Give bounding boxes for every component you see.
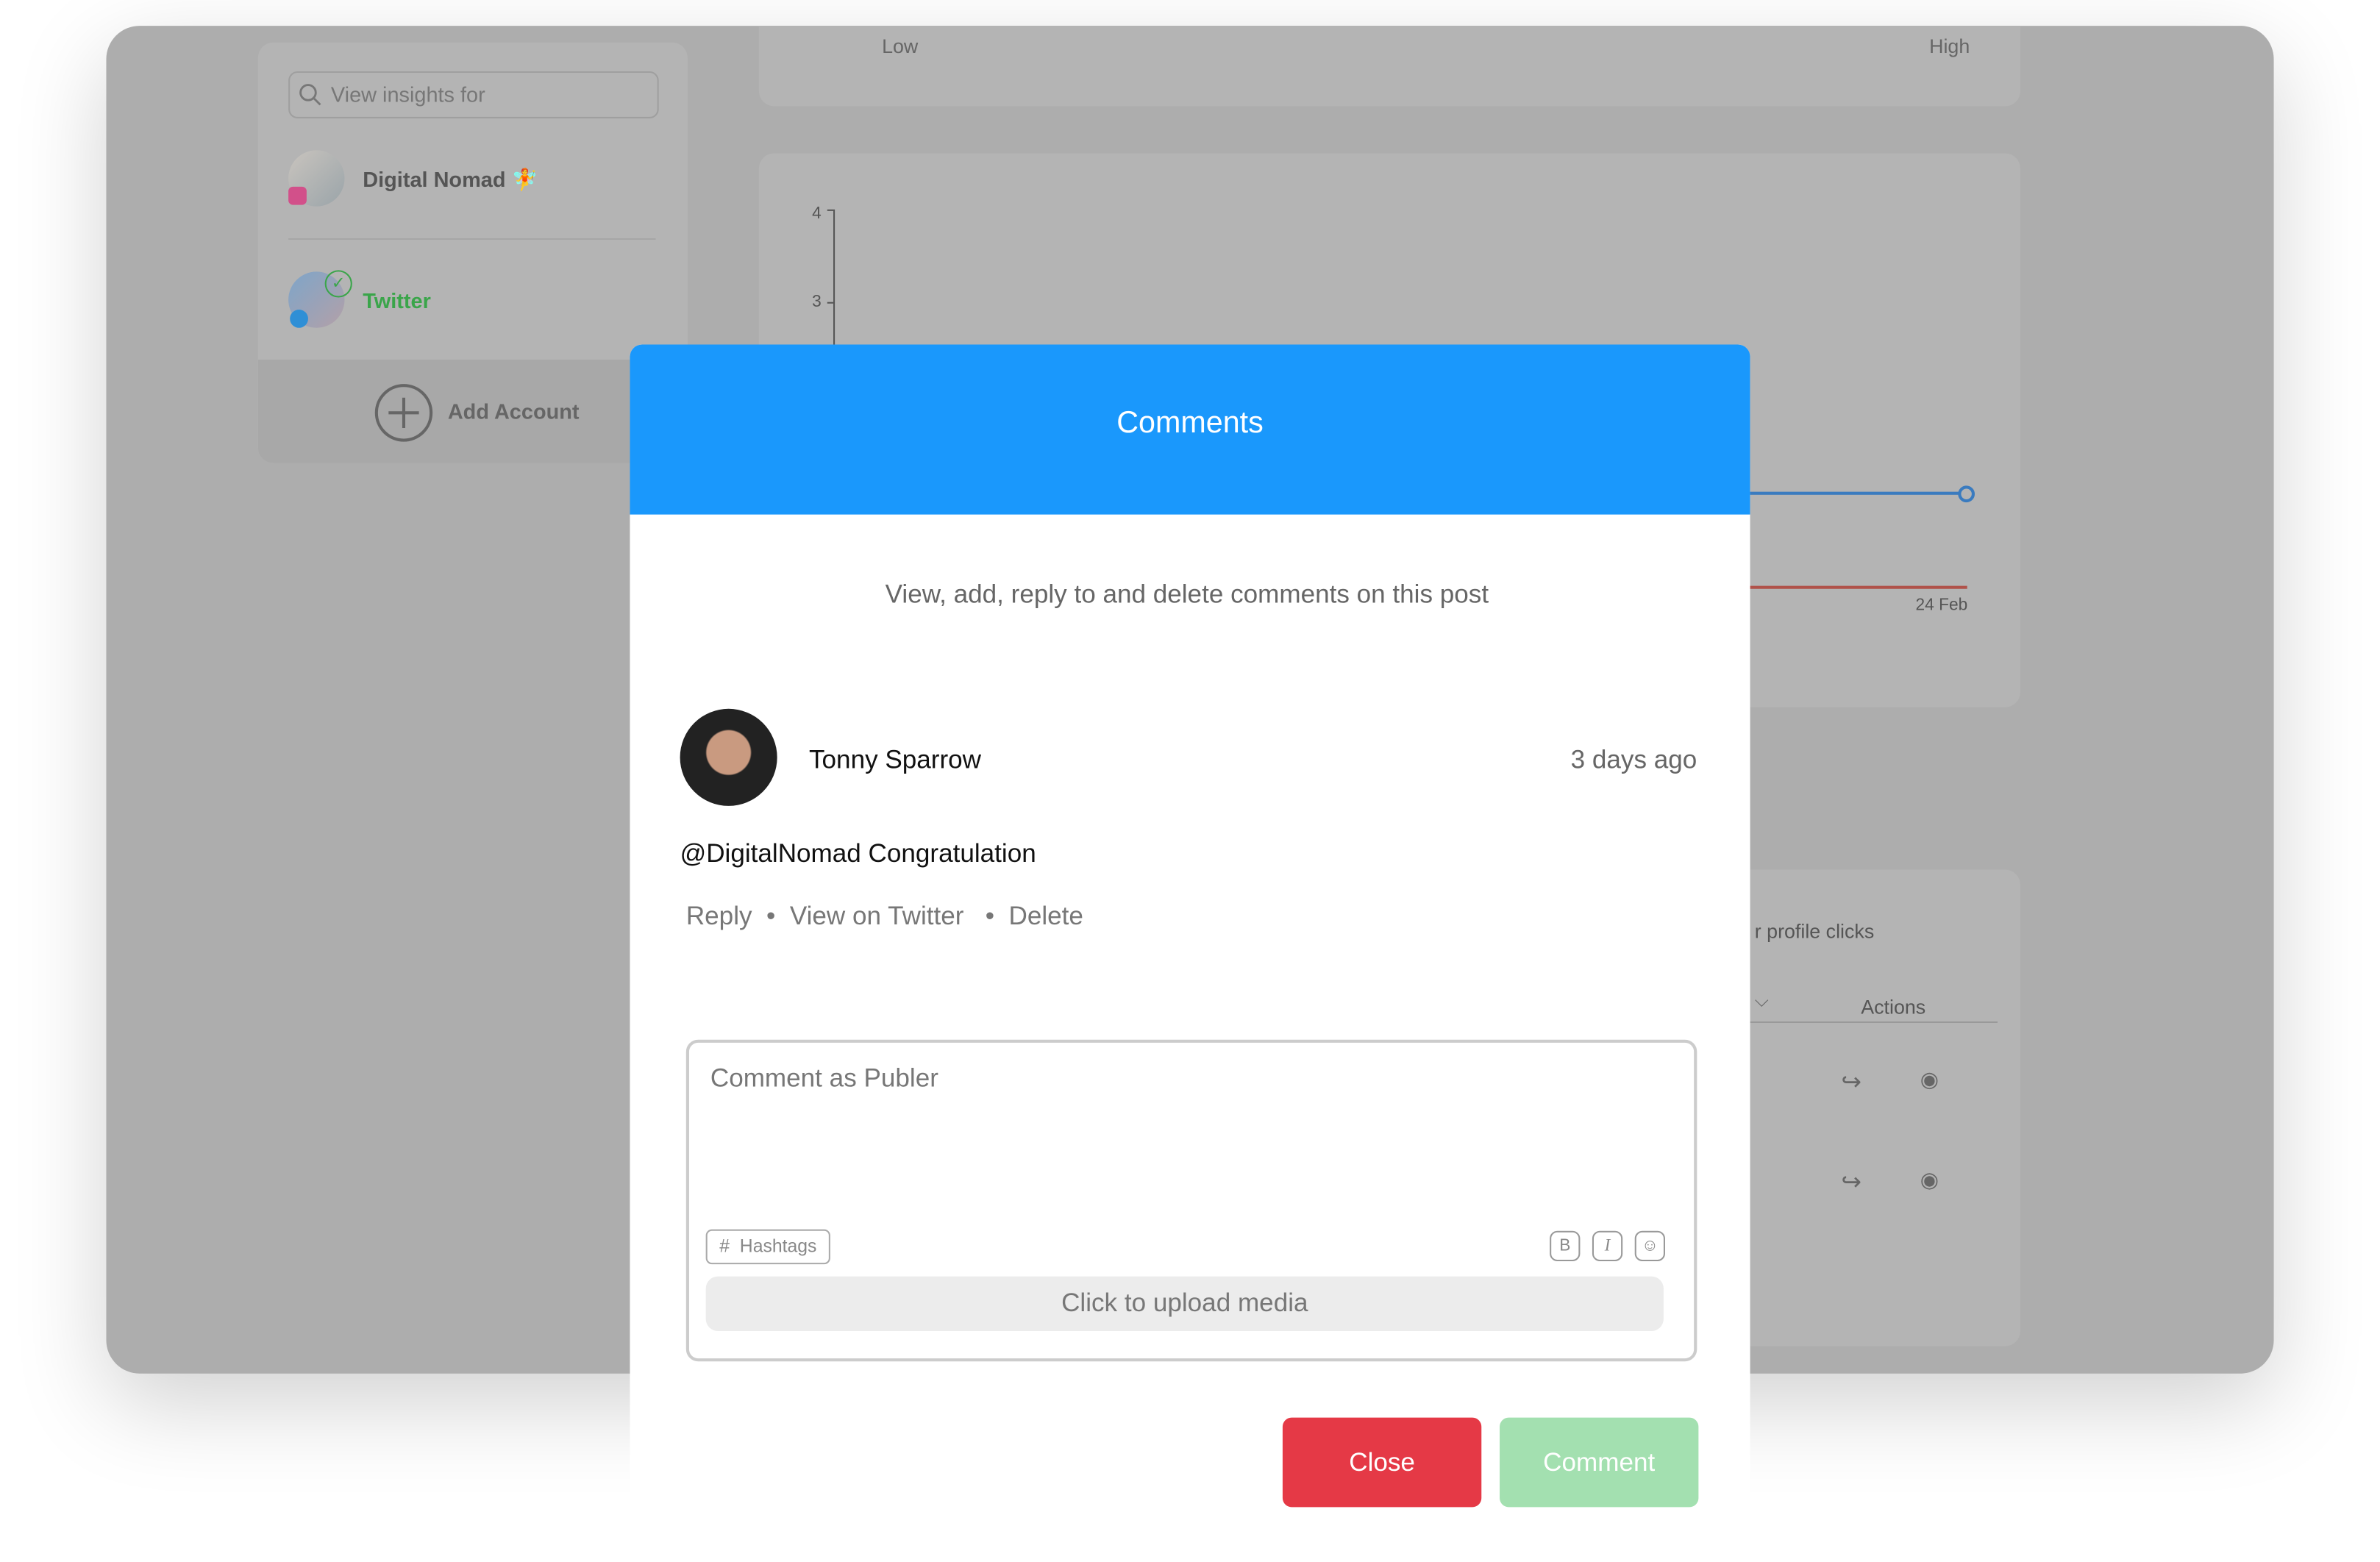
account-item-digital-nomad[interactable]: Digital Nomad 🧚: [288, 150, 655, 211]
reply-link[interactable]: Reply: [686, 902, 752, 930]
y-tick-label: 3: [812, 293, 822, 312]
eye-icon[interactable]: ◉: [1920, 1067, 1939, 1093]
italic-icon[interactable]: I: [1592, 1230, 1623, 1262]
add-account-button[interactable]: Add Account: [257, 360, 688, 463]
close-button[interactable]: Close: [1282, 1417, 1482, 1508]
instagram-icon: [288, 186, 307, 205]
account-name: Digital Nomad: [363, 167, 506, 192]
upload-media-button[interactable]: Click to upload media: [705, 1276, 1664, 1331]
check-icon: ✓: [324, 270, 352, 298]
add-account-label: Add Account: [447, 399, 580, 424]
search-placeholder: View insights for: [330, 82, 485, 107]
y-tick-label: 4: [812, 204, 822, 224]
comment-time: 3 days ago: [1570, 745, 1697, 774]
hashtags-button[interactable]: # Hashtags: [705, 1229, 831, 1265]
fairy-emoji: 🧚: [511, 167, 538, 192]
series-line-blue: [1730, 491, 1962, 495]
separator: •: [766, 901, 776, 931]
search-icon: [299, 84, 321, 106]
comment-composer: Comment as Publer # Hashtags B I ☺ Click…: [685, 1039, 1697, 1362]
actions-header: Actions: [1861, 995, 1926, 1019]
chevron-down-icon[interactable]: ⌵: [1755, 990, 1769, 1013]
modal-header: Comments: [630, 344, 1750, 515]
view-on-twitter-link[interactable]: View on Twitter: [790, 902, 964, 930]
hash-icon: #: [719, 1235, 730, 1257]
header-divider: [1745, 1021, 1998, 1024]
delete-link[interactable]: Delete: [1009, 902, 1083, 930]
scale-high-label: High: [1929, 35, 1970, 58]
comment-actions: Reply • View on Twitter • Delete: [686, 902, 1083, 932]
eye-icon[interactable]: ◉: [1920, 1167, 1939, 1193]
x-tick-label: 24 Feb: [1915, 596, 1968, 615]
scale-low-label: Low: [882, 35, 919, 58]
hashtags-label: Hashtags: [739, 1235, 817, 1257]
data-point[interactable]: [1958, 485, 1975, 503]
divider: [288, 238, 656, 240]
modal-subtitle: View, add, reply to and delete comments …: [885, 579, 1489, 609]
comment-button[interactable]: Comment: [1500, 1417, 1699, 1508]
accounts-sidebar: View insights for Digital Nomad 🧚 ✓ Twit…: [257, 42, 688, 463]
modal-title: Comments: [1116, 407, 1264, 441]
search-input[interactable]: View insights for: [288, 71, 659, 118]
series-line-red: [1730, 585, 1967, 589]
plus-circle-icon: [374, 384, 433, 442]
share-icon[interactable]: ↪: [1841, 1067, 1861, 1097]
separator: •: [985, 901, 995, 931]
account-item-twitter[interactable]: ✓ Twitter: [288, 270, 655, 332]
twitter-icon: [290, 310, 308, 328]
comment-input[interactable]: Comment as Publer: [710, 1064, 1667, 1216]
comment-author[interactable]: Tonny Sparrow: [809, 745, 981, 775]
y-tick: [827, 302, 834, 304]
share-icon[interactable]: ↪: [1841, 1167, 1861, 1197]
y-axis: [833, 209, 836, 362]
comment-text: @DigitalNomad Congratulation: [680, 839, 1036, 869]
y-tick: [827, 209, 834, 211]
emoji-icon[interactable]: ☺: [1634, 1230, 1665, 1262]
comments-modal: Comments View, add, reply to and delete …: [630, 344, 1750, 1562]
scale-card: Low High: [758, 26, 2020, 107]
bold-icon[interactable]: B: [1550, 1230, 1581, 1262]
account-name: Twitter: [363, 288, 431, 313]
column-header: r profile clicks: [1754, 919, 1875, 943]
avatar: [680, 708, 777, 806]
